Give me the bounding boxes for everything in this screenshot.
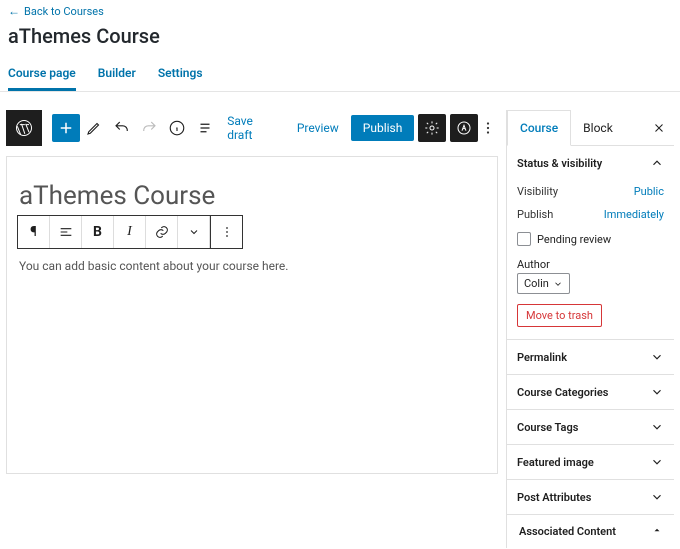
sidebar-tab-block[interactable]: Block: [571, 111, 625, 145]
panel-heading: Associated Content: [519, 525, 616, 538]
secondary-tabs: Course page Builder Settings: [0, 58, 680, 92]
link-icon: [154, 224, 170, 240]
panel-status-visibility-toggle[interactable]: Status & visibility: [507, 146, 674, 180]
block-toolbar: ¶ B I: [17, 215, 243, 249]
chevron-down-icon: [188, 226, 200, 238]
post-body-paragraph[interactable]: You can add basic content about your cou…: [7, 259, 497, 273]
tab-settings[interactable]: Settings: [158, 58, 203, 91]
gear-icon: [424, 120, 440, 136]
save-draft-button[interactable]: Save draft: [219, 110, 289, 146]
author-label: Author: [517, 252, 664, 273]
visibility-value[interactable]: Public: [634, 185, 664, 198]
author-select[interactable]: Colin: [517, 273, 570, 294]
editor-canvas[interactable]: aThemes Course ¶ B I You can add basic c: [6, 156, 498, 474]
chevron-down-icon: [650, 490, 664, 504]
more-options-button[interactable]: [478, 119, 498, 137]
more-formatting-button[interactable]: [178, 216, 210, 248]
editor-topbar: Save draft Preview Publish: [6, 110, 498, 146]
tab-builder[interactable]: Builder: [98, 58, 136, 91]
panel-post-attributes-toggle[interactable]: Post Attributes: [507, 480, 674, 514]
wordpress-logo-button[interactable]: [6, 110, 42, 146]
info-icon: [168, 119, 186, 137]
pending-review-checkbox[interactable]: [517, 232, 531, 246]
list-icon: [196, 119, 214, 137]
link-button[interactable]: [146, 216, 178, 248]
publish-button[interactable]: Publish: [351, 115, 415, 141]
panel-heading: Post Attributes: [517, 491, 591, 504]
align-button[interactable]: [50, 216, 82, 248]
chevron-down-icon: [650, 385, 664, 399]
post-title[interactable]: aThemes Course: [7, 181, 497, 211]
back-link-label: Back to Courses: [24, 5, 104, 18]
close-icon: [652, 121, 666, 135]
edit-mode-button[interactable]: [80, 114, 108, 142]
dots-vertical-icon: [219, 224, 235, 240]
tab-course-page[interactable]: Course page: [8, 58, 76, 91]
panel-featured-image-toggle[interactable]: Featured image: [507, 445, 674, 479]
preview-button[interactable]: Preview: [289, 117, 347, 139]
plugin-button[interactable]: [450, 114, 478, 142]
block-options-button[interactable]: [210, 216, 242, 248]
outline-button[interactable]: [191, 114, 219, 142]
panel-tags-toggle[interactable]: Course Tags: [507, 410, 674, 444]
publish-row[interactable]: Publish Immediately: [517, 203, 664, 226]
publish-label: Publish: [517, 208, 604, 221]
chevron-down-icon: [553, 279, 563, 289]
panel-heading: Featured image: [517, 456, 594, 469]
pending-review-row[interactable]: Pending review: [517, 226, 664, 252]
wordpress-icon: [14, 118, 34, 138]
redo-icon: [140, 119, 158, 137]
pencil-icon: [85, 119, 103, 137]
panel-heading: Course Tags: [517, 421, 578, 434]
chevron-up-icon: [650, 156, 664, 170]
undo-icon: [113, 119, 131, 137]
bold-button[interactable]: B: [82, 216, 114, 248]
chevron-down-icon: [650, 420, 664, 434]
panel-heading: Status & visibility: [517, 157, 602, 170]
author-value: Colin: [524, 277, 549, 290]
plus-icon: [57, 119, 75, 137]
panel-associated-content-toggle[interactable]: Associated Content: [507, 515, 674, 548]
dots-vertical-icon: [479, 119, 497, 137]
panel-categories-toggle[interactable]: Course Categories: [507, 375, 674, 409]
pending-review-label: Pending review: [537, 233, 611, 246]
info-button[interactable]: [163, 114, 191, 142]
visibility-label: Visibility: [517, 185, 634, 198]
sidebar-tab-course[interactable]: Course: [507, 110, 571, 146]
publish-value[interactable]: Immediately: [604, 208, 664, 221]
panel-heading: Course Categories: [517, 386, 608, 399]
panel-heading: Permalink: [517, 351, 567, 364]
paragraph-block-button[interactable]: ¶: [18, 216, 50, 248]
align-icon: [58, 224, 74, 240]
a-circle-icon: [456, 120, 472, 136]
redo-button[interactable]: [136, 114, 164, 142]
settings-sidebar: Course Block Status & visibility Visibil…: [506, 110, 674, 548]
back-to-courses-link[interactable]: ← Back to Courses: [0, 0, 112, 22]
add-block-button[interactable]: [52, 114, 80, 142]
sidebar-close-button[interactable]: [644, 113, 674, 143]
panel-permalink-toggle[interactable]: Permalink: [507, 340, 674, 374]
undo-button[interactable]: [108, 114, 136, 142]
chevron-down-icon: [650, 455, 664, 469]
settings-gear-button[interactable]: [418, 114, 446, 142]
arrow-left-icon: ←: [8, 4, 20, 18]
page-title: aThemes Course: [0, 22, 680, 58]
triangle-up-icon: [652, 525, 662, 535]
chevron-down-icon: [650, 350, 664, 364]
visibility-row[interactable]: Visibility Public: [517, 180, 664, 203]
italic-button[interactable]: I: [114, 216, 146, 248]
move-to-trash-button[interactable]: Move to trash: [517, 304, 602, 327]
